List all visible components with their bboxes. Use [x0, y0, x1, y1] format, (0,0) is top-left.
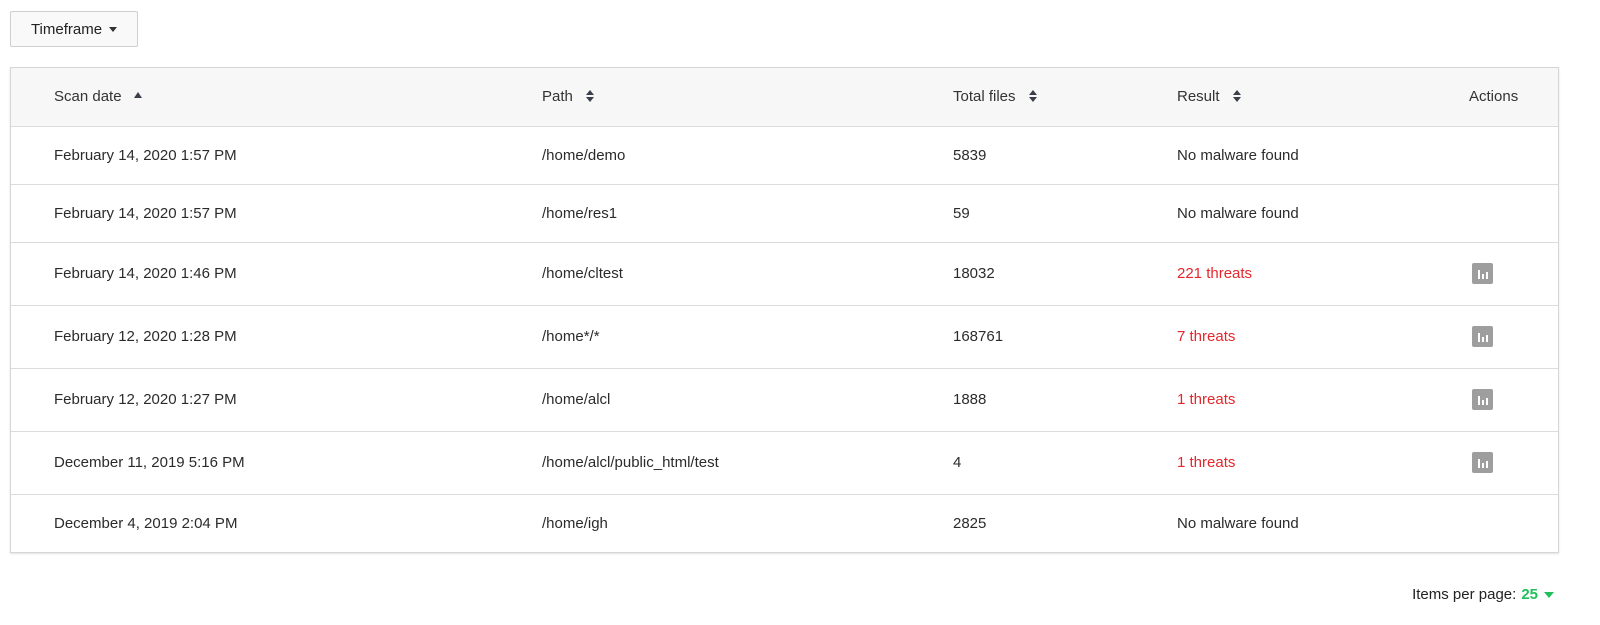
result-cell: No malware found	[1177, 126, 1469, 185]
total-files-cell: 18032	[953, 242, 1177, 306]
total-files-cell: 168761	[953, 305, 1177, 369]
report-chart-icon[interactable]	[1472, 326, 1493, 347]
scan-date-cell: February 12, 2020 1:28 PM	[11, 305, 542, 369]
total-files-cell: 59	[953, 184, 1177, 243]
table-row: February 12, 2020 1:27 PM /home/alcl 188…	[11, 368, 1558, 432]
table-row: December 4, 2019 2:04 PM /home/igh 2825 …	[11, 494, 1558, 552]
total-files-cell: 4	[953, 431, 1177, 495]
result-cell: No malware found	[1177, 514, 1299, 532]
scan-date-cell: February 14, 2020 1:57 PM	[11, 184, 542, 243]
sort-ascending-icon	[133, 92, 142, 99]
actions-cell	[1469, 242, 1558, 306]
result-cell-threats[interactable]: 221 threats	[1177, 242, 1469, 306]
report-chart-icon[interactable]	[1472, 263, 1493, 284]
result-cell-threats[interactable]: 1 threats	[1177, 431, 1469, 495]
table-row: February 12, 2020 1:28 PM /home*/* 16876…	[11, 305, 1558, 369]
scan-date-cell: February 14, 2020 1:46 PM	[11, 242, 542, 306]
column-header-scan-date[interactable]: Scan date	[11, 68, 542, 127]
scan-date-cell: February 12, 2020 1:27 PM	[11, 368, 542, 432]
column-header-path[interactable]: Path	[542, 68, 953, 127]
column-label-scan-date: Scan date	[54, 88, 122, 106]
total-files-cell: 2825	[953, 514, 987, 532]
table-row: December 11, 2019 5:16 PM /home/alcl/pub…	[11, 431, 1558, 495]
caret-down-icon	[109, 26, 118, 32]
timeframe-dropdown-button[interactable]: Timeframe	[10, 11, 138, 47]
path-cell: /home/res1	[542, 184, 953, 243]
total-files-cell: 5839	[953, 126, 1177, 185]
column-label-path: Path	[542, 88, 573, 106]
actions-cell	[1469, 305, 1558, 369]
items-per-page-control: Items per page: 25	[1412, 586, 1554, 603]
scan-date-cell: December 4, 2019 2:04 PM	[54, 514, 238, 532]
caret-down-icon[interactable]	[1544, 591, 1554, 598]
timeframe-label: Timeframe	[30, 20, 103, 38]
scan-history-table: Scan date Path Total files Result Action…	[10, 67, 1559, 553]
items-per-page-label: Items per page:	[1412, 586, 1517, 603]
table-row: February 14, 2020 1:57 PM /home/res1 59 …	[11, 184, 1558, 243]
result-cell: No malware found	[1177, 184, 1469, 243]
column-label-actions: Actions	[1469, 88, 1519, 106]
sort-icon	[1232, 90, 1241, 103]
column-header-total-files[interactable]: Total files	[953, 68, 1177, 127]
actions-cell	[1469, 184, 1558, 243]
column-header-result[interactable]: Result	[1177, 68, 1469, 127]
table-header-row: Scan date Path Total files Result Action…	[11, 68, 1558, 127]
table-row: February 14, 2020 1:46 PM /home/cltest 1…	[11, 242, 1558, 306]
path-cell: /home/alcl/public_html/test	[542, 431, 953, 495]
items-per-page-value[interactable]: 25	[1521, 586, 1538, 603]
path-cell: /home/cltest	[542, 242, 953, 306]
column-label-total-files: Total files	[953, 88, 1016, 106]
path-cell: /home/igh	[542, 514, 608, 532]
actions-cell	[1469, 126, 1558, 185]
scan-history-page: Timeframe Scan date Path Total files Res…	[0, 0, 1600, 625]
result-cell-threats[interactable]: 7 threats	[1177, 305, 1469, 369]
path-cell: /home/demo	[542, 126, 953, 185]
report-chart-icon[interactable]	[1472, 389, 1493, 410]
actions-cell	[1469, 494, 1558, 552]
path-cell: /home*/*	[542, 305, 953, 369]
total-files-cell: 1888	[953, 368, 1177, 432]
actions-cell	[1469, 368, 1558, 432]
result-cell-threats[interactable]: 1 threats	[1177, 368, 1469, 432]
path-cell: /home/alcl	[542, 368, 953, 432]
scan-date-cell: February 14, 2020 1:57 PM	[11, 126, 542, 185]
table-row: February 14, 2020 1:57 PM /home/demo 583…	[11, 126, 1558, 185]
actions-cell	[1469, 431, 1558, 495]
column-header-actions: Actions	[1469, 68, 1558, 127]
scan-date-cell: December 11, 2019 5:16 PM	[11, 431, 542, 495]
sort-icon	[1028, 90, 1037, 103]
column-label-result: Result	[1177, 88, 1220, 106]
sort-icon	[586, 90, 595, 103]
report-chart-icon[interactable]	[1472, 452, 1493, 473]
